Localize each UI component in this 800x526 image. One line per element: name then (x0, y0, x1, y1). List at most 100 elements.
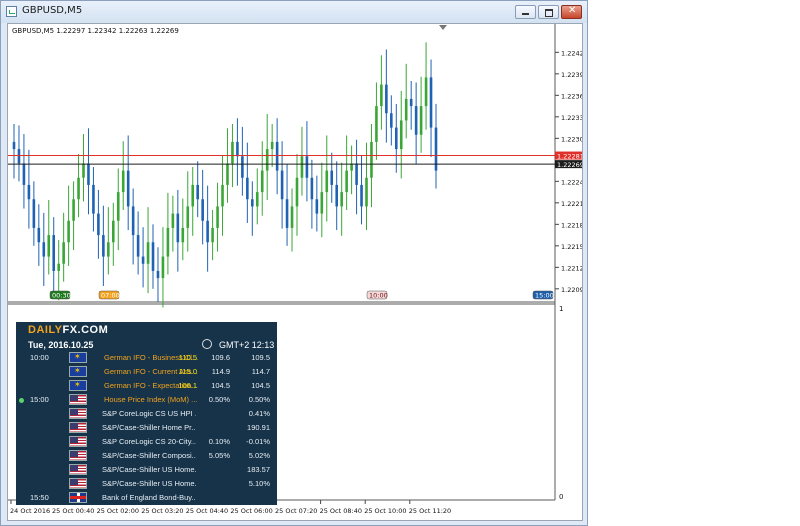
session-marker-label: 10:00 (369, 292, 388, 300)
event-row[interactable]: 15:00 House Price Index (MoM) ... 0.50% 0.5… (16, 393, 277, 407)
us-flag-icon (69, 422, 87, 433)
eu-flag-icon (69, 366, 87, 377)
candle-body (52, 235, 56, 271)
candle-body (345, 170, 348, 193)
candle-body (191, 184, 195, 207)
candle-body (47, 235, 51, 257)
candle-body (231, 141, 234, 164)
event-row[interactable]: S&P CoreLogic CS 20-City... 0.10% -0.01% (16, 435, 277, 449)
time-tick-label: 25 Oct 00:40 (52, 507, 94, 515)
candle-body (12, 141, 16, 150)
event-row[interactable]: S&P CoreLogic CS US HPI ... 0.41% (16, 407, 277, 421)
candle-body (360, 184, 363, 207)
session-markers: 00:30 07:00 10:00 15:00 (49, 290, 554, 300)
candle-body (62, 242, 65, 264)
us-flag-icon (69, 478, 87, 489)
candle-body (37, 227, 41, 243)
candle-body (102, 235, 105, 257)
event-row[interactable]: German IFO - Expectation...106.1104.5104… (16, 379, 277, 393)
candle-body (176, 213, 180, 243)
time-tick-label: 25 Oct 06:00 (230, 507, 272, 515)
candle-body (285, 199, 289, 228)
price-tick-label: 1.22335 (561, 114, 582, 122)
candle-body (146, 242, 150, 264)
dailyfx-logo[interactable]: DAILYFX.COM (28, 324, 108, 336)
event-row[interactable]: S&P/Case-Shiller Composi... 5.05% 5.02% (16, 449, 277, 463)
minimize-button[interactable] (515, 5, 536, 19)
candle-body (131, 206, 135, 236)
candle-body (370, 141, 373, 178)
price-labels: 1.222811.22269 (555, 151, 584, 169)
candle-body (340, 192, 343, 207)
event-row[interactable]: 15:50 Bank of England Bond-Buy... (16, 491, 277, 505)
lower-panel-axis-top: 1 (559, 305, 563, 313)
event-forecast: 0.50% (208, 395, 230, 404)
candle-body (236, 141, 239, 157)
candle-body (394, 127, 398, 150)
candle-body (92, 184, 95, 214)
event-previous: 5.02% (248, 451, 270, 460)
price-tick-label: 1.22305 (561, 135, 582, 143)
event-row[interactable]: S&P/Case-Shiller US Home... 183.57 (16, 463, 277, 477)
candle-body (87, 163, 90, 185)
time-tick-label: 25 Oct 03:20 (141, 507, 183, 515)
chart-window-icon (6, 6, 17, 17)
candle-body (251, 199, 254, 207)
candle-body (320, 192, 324, 214)
clock-icon (202, 339, 212, 349)
time-tick-label: 24 Oct 2016 (10, 507, 50, 515)
event-row[interactable]: S&P/Case-Shiller Home Pr... 190.91 (16, 421, 277, 435)
price-level-lines (8, 155, 555, 165)
price-tick-label: 1.22215 (561, 200, 582, 208)
calendar-timezone: GMT+2 12:13 (219, 340, 275, 350)
event-name: S&P CoreLogic CS 20-City... (102, 437, 196, 446)
candle-body (111, 220, 115, 243)
event-row[interactable]: 10:00German IFO - Business Cl...110.5109… (16, 351, 277, 365)
candle-body (399, 120, 403, 150)
candle-body (107, 242, 110, 257)
close-button[interactable] (561, 5, 582, 19)
event-previous: -0.01% (246, 437, 270, 446)
candle-body (335, 184, 339, 207)
session-marker-label: 07:00 (101, 292, 120, 300)
price-tick-label: 1.22185 (561, 221, 582, 229)
candle-body (42, 242, 46, 257)
us-flag-icon (69, 394, 87, 405)
event-row[interactable]: S&P/Case-Shiller US Home... 5.10% (16, 477, 277, 491)
event-name: S&P/Case-Shiller Composi... (102, 451, 196, 460)
candle-body (300, 156, 304, 178)
event-previous: 5.10% (248, 479, 270, 488)
candle-body (186, 206, 190, 228)
price-tick-label: 1.22395 (561, 71, 582, 79)
event-row[interactable]: German IFO - Current Ass...115.0114.9114… (16, 365, 277, 379)
candle-body (136, 235, 140, 257)
event-time: 10:00 (30, 353, 49, 362)
candle-body (196, 184, 199, 200)
candle-body (270, 141, 274, 150)
price-axis-ticks: 1.22425 1.22395 1.22365 1.22335 1.22305 1.222… (555, 49, 588, 294)
event-forecast: 5.05% (208, 451, 230, 460)
event-forecast: 114.9 (211, 367, 230, 376)
candle-body (161, 256, 165, 279)
candle-body (325, 170, 329, 193)
us-flag-icon (69, 436, 87, 447)
candle-body (404, 98, 408, 121)
title-bar[interactable]: GBPUSD,M5 (1, 1, 587, 23)
session-marker-label: 00:30 (52, 292, 71, 300)
time-tick-label: 25 Oct 04:40 (186, 507, 228, 515)
candle-body (77, 177, 80, 200)
price-tick-label: 1.22425 (561, 49, 582, 57)
us-flag-icon (69, 464, 87, 475)
time-tick-label: 25 Oct 02:00 (97, 507, 139, 515)
event-previous: 183.57 (247, 465, 270, 474)
candle-body (315, 199, 319, 214)
maximize-button[interactable] (538, 5, 559, 19)
us-flag-icon (69, 408, 87, 419)
event-name: House Price Index (MoM) ... (104, 395, 198, 404)
uk-flag-icon (69, 492, 87, 503)
dailyfx-calendar-widget[interactable]: DAILYFX.COM Tue, 2016.10.25 GMT+2 12:13 … (16, 322, 277, 505)
candle-body (280, 170, 284, 200)
chart-shift-marker-icon[interactable] (439, 25, 447, 30)
candle-body (201, 199, 204, 221)
calendar-date: Tue, 2016.10.25 (28, 340, 94, 350)
